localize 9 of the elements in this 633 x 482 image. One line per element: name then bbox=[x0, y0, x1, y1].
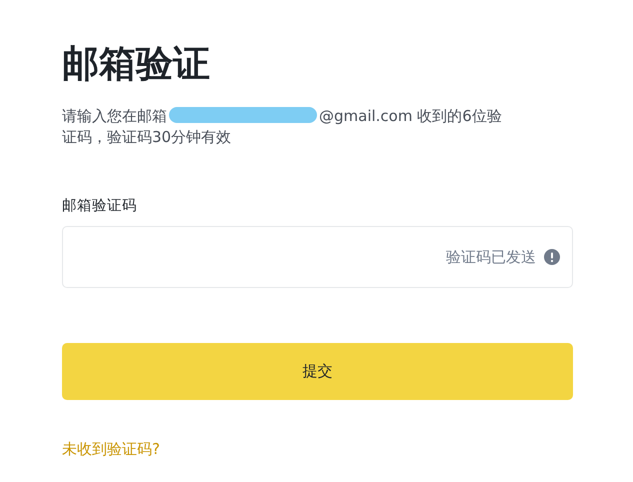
resend-link[interactable]: 未收到验证码? bbox=[62, 440, 160, 459]
submit-button[interactable]: 提交 bbox=[62, 343, 573, 400]
instruction-text: 证码，验证码30分钟有效 bbox=[62, 128, 232, 146]
field-label: 邮箱验证码 bbox=[62, 197, 137, 216]
input-field[interactable]: 验证码已发送 bbox=[62, 226, 573, 288]
instruction-text: @gmail.com 收到的6位验 bbox=[319, 107, 502, 125]
status-text: 验证码已发送 bbox=[446, 248, 536, 266]
instruction-text: 请输入您在邮箱 bbox=[62, 107, 167, 125]
page-title: 邮箱验证 bbox=[62, 41, 210, 87]
